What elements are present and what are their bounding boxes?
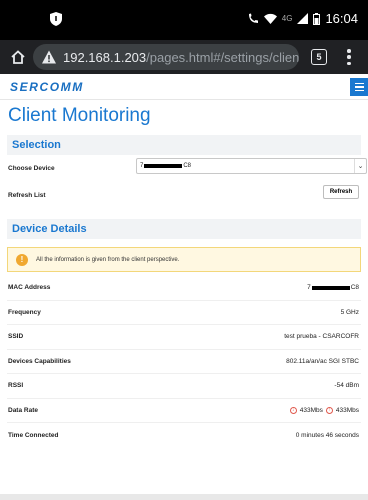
ssid-value: test prueba - CSARCOFR	[284, 333, 359, 341]
url-host: 192.168.1.203	[63, 49, 147, 65]
frequency-row: Frequency 5 GHz	[7, 301, 361, 325]
browser-toolbar: 192.168.1.203/pages.html#/settings/clien…	[0, 40, 368, 74]
selection-section-header: Selection	[7, 135, 361, 155]
url-path: /pages.html#/settings/client_monitoring	[146, 49, 299, 65]
mac-prefix: 7	[307, 284, 311, 292]
selection-title: Selection	[12, 139, 61, 151]
status-bar: 4G 16:04	[0, 0, 368, 40]
capabilities-value: 802.11a/an/ac SGI STBC	[286, 357, 359, 365]
mac-address-row: MAC Address 7 C8	[7, 276, 361, 301]
mac-address-value: 7 C8	[307, 284, 359, 291]
capabilities-label: Devices Capabilities	[8, 357, 71, 365]
hamburger-menu-icon[interactable]	[350, 78, 368, 96]
device-select-suffix: C8	[183, 163, 192, 169]
capabilities-row: Devices Capabilities 802.11a/an/ac SGI S…	[7, 350, 361, 374]
data-rate-label: Data Rate	[8, 406, 38, 414]
time-connected-row: Time Connected 0 minutes 46 seconds	[7, 423, 361, 448]
choose-device-row: Choose Device 7 C8 ⌄	[7, 155, 367, 181]
time-connected-label: Time Connected	[8, 431, 59, 439]
network-type: 4G	[281, 14, 293, 23]
upload-rate-icon: ↑	[325, 406, 333, 414]
page-title: Client Monitoring	[8, 105, 151, 126]
address-bar[interactable]: 192.168.1.203/pages.html#/settings/clien…	[33, 44, 299, 70]
data-rate-row: Data Rate ↓ 433Mbs ↑ 433Mbs	[7, 399, 361, 423]
redaction-bar	[311, 285, 350, 290]
rssi-label: RSSI	[8, 382, 24, 390]
choose-device-label: Choose Device	[8, 164, 55, 172]
data-rate-value: ↓ 433Mbs ↑ 433Mbs	[289, 406, 359, 414]
home-button[interactable]	[3, 40, 33, 74]
overflow-menu-icon[interactable]	[340, 48, 358, 66]
upload-rate: 433Mbs	[335, 406, 359, 414]
refresh-list-row: Refresh List Refresh	[7, 181, 361, 209]
device-select-prefix: 7	[140, 163, 144, 169]
frequency-label: Frequency	[8, 308, 41, 316]
download-rate-icon: ↓	[289, 406, 297, 414]
shield-icon	[50, 12, 62, 26]
frequency-value: 5 GHz	[340, 308, 359, 316]
web-page: SERCOMM Client Monitoring Selection Choo…	[0, 74, 368, 500]
download-rate: 433Mbs	[299, 406, 323, 414]
time-connected-value: 0 minutes 46 seconds	[295, 431, 359, 439]
refresh-list-label: Refresh List	[8, 191, 46, 199]
device-details-section-header: Device Details	[7, 219, 361, 239]
device-details-title: Device Details	[12, 223, 87, 235]
battery-icon	[313, 12, 321, 25]
chevron-down-icon[interactable]: ⌄	[354, 159, 366, 173]
signal-icon	[297, 13, 309, 24]
brand-bar: SERCOMM	[0, 74, 368, 100]
sercomm-logo: SERCOMM	[10, 79, 84, 94]
tab-switcher-button[interactable]: 5	[311, 49, 327, 65]
info-banner: ! All the information is given from the …	[7, 247, 361, 272]
home-icon	[11, 50, 25, 64]
clock: 16:04	[325, 11, 358, 26]
device-select[interactable]: 7 C8 ⌄	[136, 158, 367, 174]
ssid-label: SSID	[8, 333, 24, 341]
mac-suffix: C8	[350, 284, 359, 292]
url-text[interactable]: 192.168.1.203/pages.html#/settings/clien…	[63, 50, 299, 65]
wifi-calling-icon	[248, 13, 258, 23]
redaction-bar	[144, 164, 183, 168]
info-icon: !	[16, 253, 28, 266]
ssid-row: SSID test prueba - CSARCOFR	[7, 325, 361, 350]
info-text: All the information is given from the cl…	[36, 256, 180, 263]
wifi-icon	[263, 13, 277, 24]
rssi-value: -54 dBm	[334, 382, 359, 390]
refresh-button[interactable]: Refresh	[323, 185, 359, 199]
rssi-row: RSSI -54 dBm	[7, 374, 361, 399]
mac-address-label: MAC Address	[8, 284, 51, 292]
page-bottom-edge	[0, 494, 368, 500]
warning-icon[interactable]	[41, 49, 57, 65]
